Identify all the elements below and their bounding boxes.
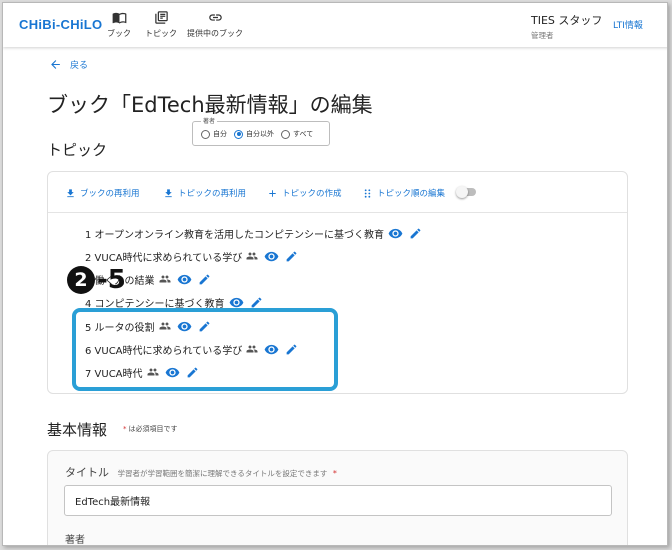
book-icon <box>112 12 126 24</box>
step-callout: 2 -5 <box>67 265 126 295</box>
topic-row[interactable]: 2 VUCA時代に求められている学び <box>85 248 304 264</box>
title-field-label: タイトル 学習者が学習範囲を簡潔に理解できるタイトルを設定できます * <box>65 464 337 480</box>
required-note: * は必須項目です <box>123 424 178 434</box>
basic-info-title: 基本情報 <box>47 421 108 439</box>
radio-all-dot[interactable] <box>281 129 290 139</box>
app-window: CHiBi-CHiLO ブック トピック 提供中のブック TIES スタッフ 管… <box>2 2 668 546</box>
user-role: 管理者 <box>531 31 554 40</box>
topic-order-toggle[interactable] <box>456 186 476 198</box>
radio-others-dot[interactable] <box>234 129 243 139</box>
author-filter-label: 著者 <box>201 116 218 125</box>
app-bar: CHiBi-CHiLO ブック トピック 提供中のブック TIES スタッフ 管… <box>3 3 667 47</box>
download-icon <box>165 188 172 197</box>
page-title: ブック「EdTech最新情報」の編集 <box>47 93 373 117</box>
nav-topic-label: トピック <box>145 29 177 38</box>
topic-row[interactable]: 1 オープンオンライン教育を活用したコンピテンシーに基づく教育 <box>85 225 428 241</box>
people-icon <box>159 275 171 283</box>
eye-icon[interactable] <box>388 226 403 241</box>
topics-toolbar: ブックの再利用 トピックの再利用 トピックの作成 トピック順の編集 <box>48 172 627 213</box>
step-number: 2 <box>67 266 95 294</box>
topics-card: ブックの再利用 トピックの再利用 トピックの作成 トピック順の編集 1 オープン… <box>47 171 628 394</box>
radio-others[interactable]: 自分以外 <box>234 129 274 139</box>
user-name: TIES スタッフ <box>531 14 603 27</box>
topic-icon <box>154 11 168 24</box>
nav-released-book-label: 提供中のブック <box>187 29 243 38</box>
arrow-left-icon <box>51 60 60 69</box>
radio-mine-dot[interactable] <box>201 129 210 139</box>
download-icon <box>67 188 74 197</box>
link-icon <box>208 14 222 21</box>
radio-all-label: すべて <box>293 130 314 138</box>
radio-all[interactable]: すべて <box>281 129 313 139</box>
drag-handle-icon <box>364 188 371 198</box>
basic-info-card: タイトル 学習者が学習範囲を簡潔に理解できるタイトルを設定できます * 著者 <box>47 450 628 546</box>
step-suffix: -5 <box>97 265 126 295</box>
reuse-topic-label: トピックの再利用 <box>178 189 247 199</box>
radio-mine-label: 自分 <box>213 130 227 138</box>
topic-label: 1 オープンオンライン教育を活用したコンピテンシーに基づく教育 <box>85 229 384 241</box>
nav-book-button[interactable]: ブック <box>107 10 131 39</box>
title-input[interactable] <box>64 485 612 516</box>
pencil-icon[interactable] <box>198 273 211 286</box>
title-help-text: 学習者が学習範囲を簡潔に理解できるタイトルを設定できます <box>117 469 328 478</box>
pencil-icon[interactable] <box>409 227 422 240</box>
radio-others-label: 自分以外 <box>246 130 274 138</box>
nav-topic-button[interactable]: トピック <box>145 10 177 39</box>
create-topic-button[interactable]: トピックの作成 <box>267 187 342 199</box>
reuse-topic-button[interactable]: トピックの再利用 <box>163 187 246 199</box>
back-label: 戻る <box>70 61 89 71</box>
eye-icon[interactable] <box>264 249 279 264</box>
user-menu[interactable]: TIES スタッフ 管理者 <box>531 12 602 41</box>
pencil-icon[interactable] <box>285 250 298 263</box>
eye-icon[interactable] <box>177 272 192 287</box>
highlight-box <box>72 308 338 391</box>
edit-topic-order-label: トピック順の編集 <box>377 189 446 199</box>
required-note-text: は必須項目です <box>128 425 178 433</box>
author-field-label: 著者 <box>65 535 85 546</box>
people-icon <box>246 252 258 260</box>
back-link[interactable]: 戻る <box>49 58 88 71</box>
reuse-book-label: ブックの再利用 <box>80 189 140 199</box>
nav-book-label: ブック <box>107 29 131 38</box>
radio-mine[interactable]: 自分 <box>201 129 227 139</box>
topics-section-title: トピック <box>47 141 108 159</box>
required-star: * <box>123 425 127 433</box>
reuse-book-button[interactable]: ブックの再利用 <box>65 187 140 199</box>
title-label-text: タイトル <box>65 466 109 479</box>
topic-label: 2 VUCA時代に求められている学び <box>85 252 243 264</box>
lti-info-link[interactable]: LTI情報 <box>613 18 643 31</box>
title-required-star: * <box>332 469 337 478</box>
author-filter: 著者 自分 自分以外 すべて <box>192 116 330 146</box>
app-logo[interactable]: CHiBi-CHiLO <box>19 17 102 32</box>
nav-released-book-button[interactable]: 提供中のブック <box>187 10 243 39</box>
create-topic-label: トピックの作成 <box>282 189 342 199</box>
plus-icon <box>269 189 276 197</box>
edit-topic-order-button[interactable]: トピック順の編集 <box>362 187 445 199</box>
pencil-icon[interactable] <box>250 296 263 309</box>
